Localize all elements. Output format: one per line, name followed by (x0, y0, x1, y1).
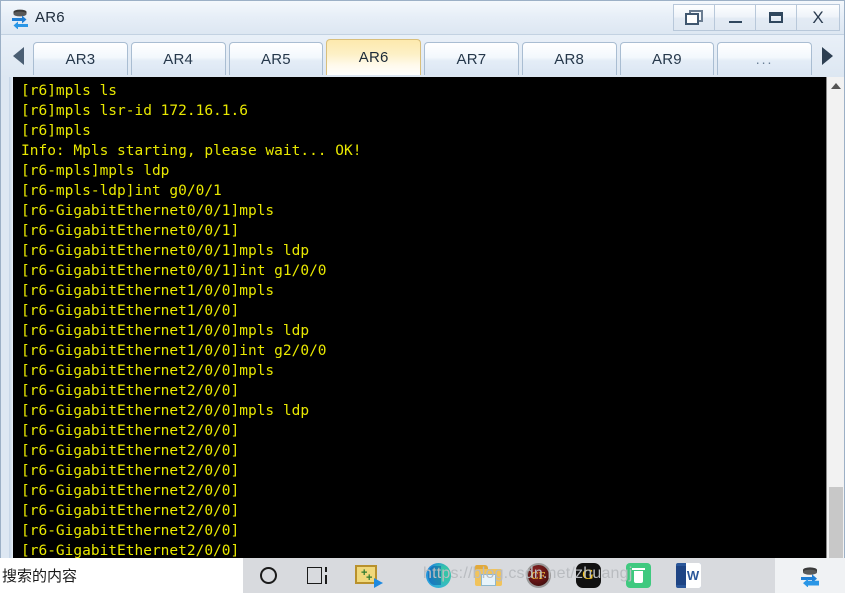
arrow-right-icon (821, 47, 833, 65)
window-controls: X (673, 4, 840, 31)
taskbar-icon-strip: + + CF G W https://blog.csdn.net/zhuangj (243, 558, 775, 593)
window-titlebar: AR6 X (1, 1, 844, 35)
tab-label: AR9 (651, 50, 682, 68)
cleaner-button[interactable] (613, 558, 663, 593)
console-line: [r6-GigabitEthernet2/0/0] (21, 543, 240, 559)
edge-browser-icon (425, 563, 451, 588)
tab-scroll-left-button[interactable] (3, 37, 33, 75)
crossfire-game-button[interactable]: CF (513, 558, 563, 593)
console-line: [r6-GigabitEthernet2/0/0]mpls ldp (21, 403, 310, 419)
folder-icon (474, 565, 502, 586)
app-dark-button[interactable]: G (563, 558, 613, 593)
console-line: [r6-GigabitEthernet2/0/0] (21, 463, 240, 479)
terminal-area: [r6]mpls ls [r6]mpls lsr-id 172.16.1.6 [… (1, 77, 844, 559)
console-line: [r6-GigabitEthernet2/0/0] (21, 483, 240, 499)
tab-label: AR5 (260, 50, 291, 68)
circle-g-icon: G (575, 563, 601, 588)
console-line: [r6-GigabitEthernet2/0/0] (21, 503, 240, 519)
ensp-router-icon (798, 565, 822, 587)
word-button[interactable]: W (663, 558, 713, 593)
arrow-left-icon (12, 47, 24, 65)
console-line: [r6-GigabitEthernet2/0/0] (21, 383, 240, 399)
taskbar-search-box[interactable]: 搜索的内容 (0, 558, 243, 593)
edge-browser-button[interactable] (413, 558, 463, 593)
restore-button[interactable] (673, 4, 714, 31)
cortana-button[interactable] (243, 558, 293, 593)
scroll-up-arrow-icon (830, 82, 841, 89)
console-line: [r6-GigabitEthernet0/0/1]mpls (21, 203, 275, 219)
console-line: [r6-GigabitEthernet1/0/0] (21, 303, 240, 319)
console-line: [r6-GigabitEthernet1/0/0]mpls (21, 283, 275, 299)
console-line: [r6-GigabitEthernet2/0/0]mpls (21, 363, 275, 379)
console-line: [r6-mpls-ldp]int g0/0/1 (21, 183, 222, 199)
cli-console-output[interactable]: [r6]mpls ls [r6]mpls lsr-id 172.16.1.6 [… (13, 77, 826, 559)
minimize-button[interactable] (714, 4, 755, 31)
minimize-icon (728, 20, 742, 23)
console-line: [r6-GigabitEthernet2/0/0] (21, 523, 240, 539)
console-line: [r6]mpls (21, 123, 91, 139)
console-line: [r6-GigabitEthernet0/0/1]mpls ldp (21, 243, 310, 259)
ensp-cli-window: AR6 X AR3 AR4 AR5 AR6 AR7 AR8 AR9 ... [r… (0, 0, 845, 559)
snip-image-icon: + + (355, 564, 383, 588)
console-scrollbar[interactable] (826, 77, 844, 559)
console-line: [r6-GigabitEthernet1/0/0]mpls ldp (21, 323, 310, 339)
tab-label: AR4 (163, 50, 194, 68)
console-line: [r6]mpls ls (21, 83, 118, 99)
ensp-button[interactable] (775, 558, 845, 593)
scrollbar-thumb[interactable] (829, 487, 843, 559)
scrollbar-up-button[interactable] (827, 77, 844, 94)
search-placeholder-text: 搜索的内容 (2, 567, 78, 585)
window-title: AR6 (35, 9, 65, 26)
tab-scroll-right-button[interactable] (812, 37, 842, 75)
restore-icon (684, 9, 704, 26)
tab-ar7[interactable]: AR7 (424, 42, 519, 75)
file-explorer-button[interactable] (463, 558, 513, 593)
task-view-icon (307, 567, 329, 584)
console-line: [r6-GigabitEthernet0/0/1]int g1/0/0 (21, 263, 327, 279)
maximize-button[interactable] (755, 4, 796, 31)
tab-ar4[interactable]: AR4 (130, 42, 226, 75)
tab-ar3[interactable]: AR3 (33, 42, 128, 75)
console-line: [r6-GigabitEthernet0/0/1] (21, 223, 240, 239)
console-line: [r6-GigabitEthernet2/0/0] (21, 423, 240, 439)
close-button[interactable]: X (796, 4, 840, 31)
device-tabbar: AR3 AR4 AR5 AR6 AR7 AR8 AR9 ... (1, 35, 844, 77)
task-view-button[interactable] (293, 558, 343, 593)
tab-overflow[interactable]: ... (717, 42, 812, 75)
tab-label: AR3 (65, 50, 96, 68)
crossfire-icon: CF (525, 563, 551, 588)
tab-list: AR3 AR4 AR5 AR6 AR7 AR8 AR9 ... (33, 37, 812, 75)
tab-ar6[interactable]: AR6 (326, 39, 421, 75)
console-line: [r6-GigabitEthernet2/0/0] (21, 443, 240, 459)
close-icon: X (812, 8, 824, 27)
tab-ar5[interactable]: AR5 (228, 42, 324, 75)
tab-label: AR6 (358, 49, 389, 66)
screen: AR6 X AR3 AR4 AR5 AR6 AR7 AR8 AR9 ... [r… (0, 0, 845, 593)
tab-label: AR7 (456, 50, 487, 68)
windows-taskbar: 搜索的内容 + + CF G W https://blog.csdn.net/z… (0, 558, 845, 593)
snipping-tool-button[interactable]: + + (343, 558, 393, 593)
word-document-icon: W (675, 563, 701, 588)
console-line: [r6]mpls lsr-id 172.16.1.6 (21, 103, 248, 119)
cortana-circle-icon (259, 567, 277, 584)
tab-ar8[interactable]: AR8 (521, 42, 617, 75)
ensp-router-icon (9, 7, 31, 29)
tab-label: AR8 (554, 50, 585, 68)
tab-label: ... (755, 51, 774, 67)
console-line: [r6-mpls]mpls ldp (21, 163, 170, 179)
console-line: Info: Mpls starting, please wait... OK! (21, 143, 362, 159)
tab-ar9[interactable]: AR9 (619, 42, 715, 75)
console-line: [r6-GigabitEthernet1/0/0]int g2/0/0 (21, 343, 327, 359)
trash-can-icon (625, 563, 651, 588)
maximize-icon (769, 12, 783, 23)
